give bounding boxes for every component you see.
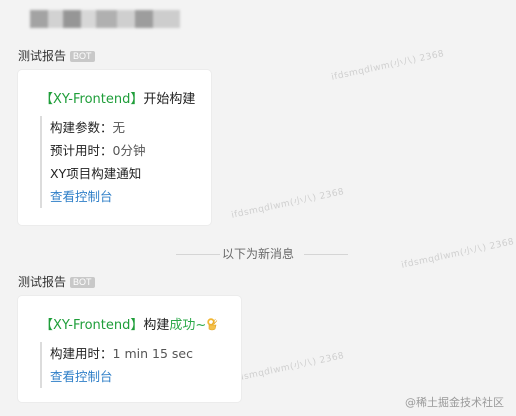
title-text: 开始构建 bbox=[143, 92, 196, 107]
row-value: 1 min 15 sec bbox=[112, 346, 193, 361]
row-value: 0分钟 bbox=[112, 143, 146, 158]
duration-row: 构建用时：1 min 15 sec bbox=[50, 342, 193, 365]
watermark: ifdsmqdlwm(小八) 2368 bbox=[330, 49, 446, 83]
console-link[interactable]: 查看控制台 bbox=[50, 189, 113, 204]
divider-label: 以下为新消息 bbox=[221, 247, 294, 261]
estimate-row: 预计用时：0分钟 bbox=[50, 139, 145, 162]
title-text: 构建 bbox=[143, 318, 170, 333]
ok-hand-icon bbox=[206, 317, 218, 331]
message-quote: 构建用时：1 min 15 sec 查看控制台 bbox=[40, 342, 193, 388]
success-status: 成功~ bbox=[169, 318, 207, 333]
param-row: 构建参数：无 bbox=[50, 116, 145, 139]
watermark: ifdsmqdlwm(小八) 2368 bbox=[230, 351, 346, 385]
new-messages-divider: 以下为新消息 bbox=[0, 246, 516, 262]
console-link-row: 查看控制台 bbox=[50, 185, 145, 208]
sender-name: 测试报告 bbox=[18, 49, 67, 63]
row-label: 构建用时： bbox=[50, 346, 113, 361]
message-sender: 测试报告 BOT bbox=[18, 49, 95, 63]
divider-line-right bbox=[304, 254, 348, 255]
row-label: 构建参数： bbox=[50, 120, 113, 135]
project-tag: 【XY-Frontend】 bbox=[40, 318, 144, 333]
message-sender: 测试报告 BOT bbox=[18, 275, 95, 289]
row-label: XY项目构建通知 bbox=[50, 166, 142, 181]
console-link[interactable]: 查看控制台 bbox=[50, 369, 113, 384]
message-card: 【XY-Frontend】构建成功~ 构建用时：1 min 15 sec 查看控… bbox=[18, 296, 241, 402]
sender-name: 测试报告 bbox=[18, 275, 67, 289]
source-credit: @稀土掘金技术社区 bbox=[405, 394, 504, 410]
bot-badge: BOT bbox=[70, 276, 95, 288]
console-link-row: 查看控制台 bbox=[50, 365, 193, 388]
watermark: ifdsmqdlwm(小八) 2368 bbox=[230, 187, 346, 221]
bot-badge: BOT bbox=[70, 50, 95, 62]
credit-text: @稀土掘金技术社区 bbox=[405, 396, 504, 409]
row-value: 无 bbox=[112, 120, 126, 135]
message-quote: 构建参数：无 预计用时：0分钟 XY项目构建通知 查看控制台 bbox=[40, 116, 145, 208]
card-title: 【XY-Frontend】构建成功~ bbox=[40, 317, 218, 335]
row-label: 预计用时： bbox=[50, 143, 113, 158]
project-tag: 【XY-Frontend】 bbox=[40, 92, 144, 107]
card-title: 【XY-Frontend】开始构建 bbox=[40, 91, 195, 109]
divider-line-left bbox=[176, 254, 220, 255]
blurred-chat-title bbox=[30, 10, 180, 28]
message-card: 【XY-Frontend】开始构建 构建参数：无 预计用时：0分钟 XY项目构建… bbox=[18, 70, 211, 225]
notice-row: XY项目构建通知 bbox=[50, 162, 145, 185]
